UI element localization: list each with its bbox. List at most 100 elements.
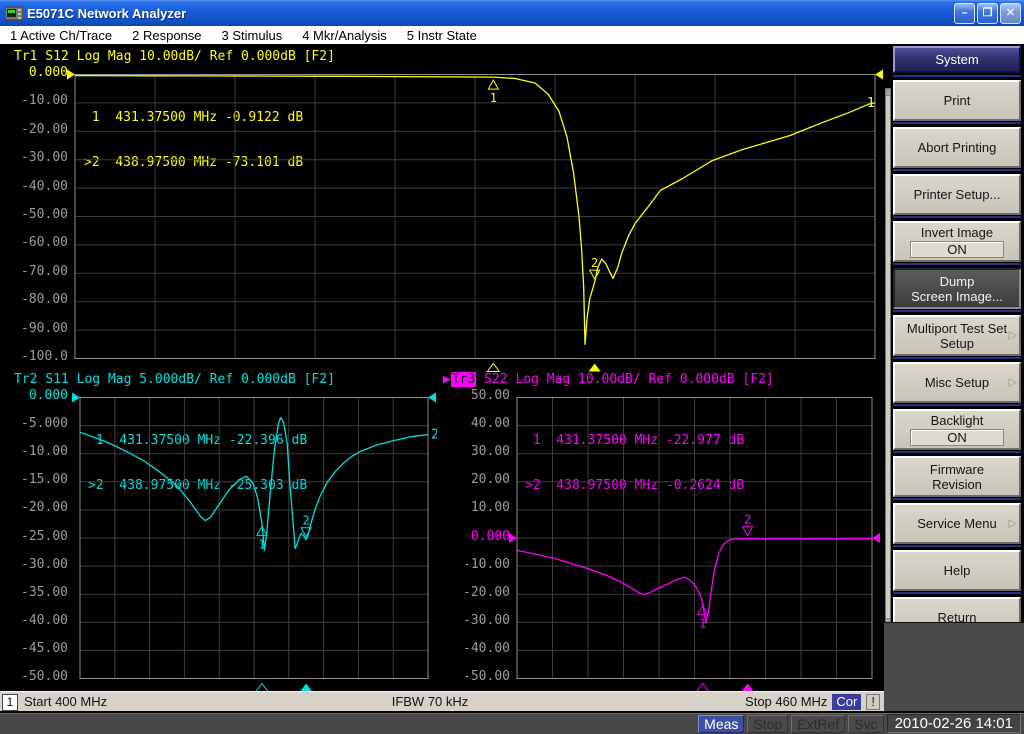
ref-level-arrow-left-icon — [509, 533, 517, 543]
menu-bar: 1 Active Ch/Trace 2 Response 3 Stimulus 4 M… — [0, 26, 1024, 44]
channel-number-badge: 1 — [2, 694, 18, 711]
y-tick-label: -20.00 — [21, 500, 68, 516]
svg-text:2: 2 — [431, 428, 437, 443]
softkey-label: Firmware Revision — [929, 461, 985, 492]
plot-tr1[interactable]: 1 2 1 — [66, 68, 884, 372]
softkey-label: Abort Printing — [917, 140, 997, 155]
plot-tr3[interactable]: 12 — [508, 391, 881, 692]
warning-badge: ! — [866, 693, 880, 710]
ref-level-arrow-right-icon — [875, 69, 883, 80]
y-tick-label: -40.00 — [21, 178, 68, 194]
y-tick-label: 0.000 — [28, 388, 68, 403]
y-tick-label: -10.00 — [463, 556, 510, 572]
softkey-label: Invert Image — [920, 225, 994, 240]
menu-item-1[interactable]: 1 Active Ch/Trace — [0, 28, 122, 43]
trace2-label: Tr2 — [14, 372, 38, 387]
y-tick-label: -35.00 — [21, 584, 68, 600]
ref-level-arrow-left-icon — [67, 69, 75, 80]
softkey-label: Print — [943, 93, 971, 108]
trace2-format: S11 Log Mag 5.000dB/ Ref 0.000dB [F2] — [37, 372, 335, 387]
softkey-label: Service Menu — [917, 516, 997, 531]
y-tick-label: -25.00 — [21, 528, 68, 544]
clock: 2010-02-26 14:01 — [886, 714, 1021, 733]
svg-text:2: 2 — [744, 513, 751, 527]
marker-glyph — [741, 526, 754, 537]
submenu-arrow-icon: ▷ — [1008, 517, 1017, 529]
stop-frequency-label: Stop 460 MHz — [745, 694, 828, 709]
trace3-label-active: Tr3 — [450, 372, 477, 387]
softkey-invert-image[interactable]: Invert Image ON — [893, 221, 1021, 262]
softkey-misc-setup[interactable]: Misc Setup ▷ — [893, 362, 1021, 403]
y-tick-label: -30.00 — [463, 612, 510, 628]
softkey-help[interactable]: Help — [893, 550, 1021, 591]
y-tick-label: -15.00 — [21, 472, 68, 488]
restore-button[interactable]: ❐ — [977, 2, 998, 24]
softkey-backlight[interactable]: Backlight ON — [893, 409, 1021, 450]
softkey-scroll-strip[interactable] — [885, 88, 891, 626]
scroll-handle-top[interactable] — [886, 89, 890, 96]
y-tick-label: -20.00 — [21, 121, 68, 137]
y-tick-label: 40.00 — [470, 416, 510, 432]
softkey-firmware-revision[interactable]: Firmware Revision — [893, 456, 1021, 497]
menu-item-2[interactable]: 2 Response — [122, 28, 211, 43]
submenu-arrow-icon: ▷ — [1008, 329, 1017, 341]
svg-text:2: 2 — [591, 256, 598, 270]
softkey-abort-printing[interactable]: Abort Printing — [893, 127, 1021, 168]
minimize-button[interactable]: – — [954, 2, 975, 24]
menu-item-5[interactable]: 5 Instr State — [397, 28, 487, 43]
trace1-format: S12 Log Mag 10.00dB/ Ref 0.000dB [F2] — [37, 49, 335, 64]
menu-item-4[interactable]: 4 Mkr/Analysis — [292, 28, 397, 43]
softkey-menu-title: System — [893, 46, 1021, 73]
menu-item-3[interactable]: 3 Stimulus — [212, 28, 293, 43]
close-button[interactable]: ✕ — [1000, 2, 1021, 24]
active-trace-arrow-icon: ▶ — [443, 372, 451, 387]
softkey-dump-screen-image[interactable]: Dump Screen Image... — [893, 268, 1021, 309]
softkey-print[interactable]: Print — [893, 80, 1021, 121]
correction-status-badge: Cor — [832, 693, 862, 710]
stimulus-marker-active-icon — [588, 363, 601, 372]
trace1-label: Tr1 — [14, 49, 38, 64]
ref-level-arrow-right-icon — [428, 392, 436, 403]
ref-level-arrow-right-icon — [872, 533, 880, 543]
softkey-label: Printer Setup... — [913, 187, 1001, 202]
marker-glyph — [588, 269, 601, 281]
title-bar: E5071C Network Analyzer – ❐ ✕ — [0, 0, 1024, 26]
y-tick-label: -90.00 — [21, 320, 68, 336]
svg-text:1: 1 — [258, 537, 265, 551]
app-icon — [5, 6, 23, 20]
y-tick-label: -30.00 — [21, 150, 68, 166]
softkey-label: Misc Setup — [924, 375, 990, 390]
y-axis-labels-tr2: 0.000 -5.000 -10.00 -15.00 -20.00 -25.00 -30.0… — [0, 388, 68, 689]
instrument-screen: E5071C Network Analyzer – ❐ ✕ 1 Active C… — [0, 0, 1024, 734]
plot-tr2[interactable]: 1 2 2 — [71, 391, 437, 692]
ref-level-arrow-left-icon — [72, 392, 80, 403]
y-axis-labels-tr3: 50.00 40.00 30.00 20.00 10.00 0.000 -10.00 -20.… — [442, 388, 510, 689]
y-tick-label: -45.00 — [21, 640, 68, 656]
y-tick-label: -60.00 — [21, 235, 68, 251]
y-tick-label: -50.00 — [463, 669, 510, 684]
svg-text:1: 1 — [490, 91, 497, 105]
softkey-printer-setup[interactable]: Printer Setup... — [893, 174, 1021, 215]
y-tick-label: -50.00 — [21, 669, 68, 684]
softkey-label: Help — [943, 563, 971, 578]
stop-status-indicator: Stop — [747, 714, 789, 733]
trace3-format: S22 Log Mag 10.00dB/ Ref 0.000dB [F2] — [476, 372, 774, 387]
y-tick-label: 30.00 — [470, 444, 510, 460]
softkey-service-menu[interactable]: Service Menu ▷ — [893, 503, 1021, 544]
stimulus-marker-icon — [486, 362, 501, 372]
softkey-toggle-value: ON — [910, 241, 1004, 258]
y-tick-label: -30.00 — [21, 556, 68, 572]
sidebar-lower-panel — [884, 622, 1024, 711]
softkey-multiport-test-set-setup[interactable]: Multiport Test Set Setup ▷ — [893, 315, 1021, 356]
start-frequency-label: Start 400 MHz — [24, 694, 108, 709]
y-tick-label: 20.00 — [470, 472, 510, 488]
y-tick-label: 0.000 — [470, 528, 510, 544]
trace2-header: Tr2 S11 Log Mag 5.000dB/ Ref 0.000dB [F2… — [14, 372, 335, 387]
y-tick-label: 50.00 — [470, 388, 510, 403]
status-bar: 1 Start 400 MHz IFBW 70 kHz Stop 460 MHz… — [0, 691, 884, 711]
y-tick-label: 10.00 — [470, 500, 510, 516]
softkey-label: Multiport Test Set Setup — [906, 320, 1008, 351]
y-tick-label: -50.00 — [21, 207, 68, 222]
y-tick-label: -20.00 — [463, 584, 510, 600]
y-tick-label: -40.00 — [463, 640, 510, 656]
